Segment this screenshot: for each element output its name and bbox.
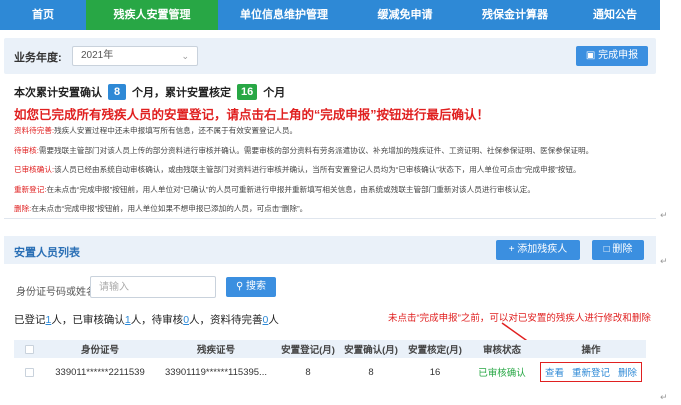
status-line: 重新登记:在未点击“完成申报”按钮前，用人单位对“已确认”的人员可重新进行申报并… <box>14 184 535 194</box>
row-checkbox[interactable] <box>24 367 34 377</box>
select-all-checkbox[interactable] <box>24 344 34 354</box>
col-header: 身份证号 <box>80 345 119 356</box>
confirmed-months-cell: 8 <box>368 366 374 378</box>
paragraph-mark-icon: ↵ <box>660 392 668 402</box>
verified-months-cell: 16 <box>429 366 441 378</box>
status-line: 已审核确认:该人员已经由系统自动审核确认，或由残联主管部门对资料进行审核并确认，… <box>14 165 581 174</box>
nav-reduction-apply[interactable]: 缓减免申请 <box>350 0 460 30</box>
year-value: 2021年 <box>81 50 114 61</box>
re-register-link[interactable]: 重新登记 <box>572 365 610 379</box>
confirm-count-badge: 8 <box>108 84 126 100</box>
list-title: 安置人员列表 <box>14 247 80 259</box>
verify-count-badge: 16 <box>237 84 258 100</box>
search-label: 身份证号码或姓名 <box>16 287 96 298</box>
delete-button[interactable]: □ 删除 <box>592 240 644 260</box>
registered-months-cell: 8 <box>305 366 311 378</box>
add-disabled-person-button[interactable]: + 添加残疾人 <box>496 240 580 260</box>
nav-home[interactable]: 首页 <box>0 0 86 30</box>
col-header: 审核状态 <box>482 345 521 356</box>
search-button[interactable]: ⚲ 搜索 <box>226 277 276 297</box>
document-icon: ▣ <box>585 50 596 61</box>
actions-highlight: 查看 重新登记 删除 <box>539 362 643 382</box>
nav-notices[interactable]: 通知公告 <box>570 0 660 30</box>
nav-disabled-placement[interactable]: 残疾人安置管理 <box>86 0 218 30</box>
col-header: 安置登记(月) <box>281 345 335 356</box>
table-header: 身份证号 残疾证号 安置登记(月) 安置确认(月) 安置核定(月) 审核状态 操… <box>14 340 646 358</box>
status-line: 待审核:需要残联主管部门对该人员上传的部分资料进行审核并确认。需要审核的部分资料… <box>14 145 594 155</box>
section-divider <box>4 218 656 219</box>
search-input[interactable] <box>90 276 216 298</box>
placement-table: 身份证号 残疾证号 安置登记(月) 安置确认(月) 安置核定(月) 审核状态 操… <box>14 340 646 386</box>
col-header: 残疾证号 <box>196 345 235 356</box>
year-panel: 业务年度: 2021年 ⌄ ▣ 完成申报 <box>4 38 656 74</box>
paragraph-mark-icon: ↵ <box>660 256 668 266</box>
nav-calculator[interactable]: 残保金计算器 <box>460 0 570 30</box>
annotation-note: 未点击“完成申报”之前，可以对已安置的残疾人进行修改和删除 <box>388 313 651 324</box>
search-icon: ⚲ <box>235 281 244 292</box>
registration-counts: 已登记1人，已审核确认1人，待审核0人，资料待完善0人 <box>14 314 279 326</box>
view-link[interactable]: 查看 <box>545 365 564 379</box>
list-header: 安置人员列表 + 添加残疾人 □ 删除 <box>4 236 656 264</box>
status-legend: 资料待完善:残疾人安置过程中还未申报填写所有信息，还不属于有效安置登记人员。 待… <box>14 124 654 222</box>
col-header: 安置核定(月) <box>408 345 462 356</box>
paragraph-mark-icon: ↵ <box>660 210 668 220</box>
year-label: 业务年度: <box>14 52 62 64</box>
placement-summary: 本次累计安置确认 8 个月，累计安置核定 16 个月 <box>14 84 286 100</box>
chevron-down-icon: ⌄ <box>181 51 189 61</box>
actions-cell: 查看 重新登记 删除 <box>536 358 646 386</box>
year-select[interactable]: 2021年 ⌄ <box>72 46 198 66</box>
col-header: 操作 <box>581 345 601 356</box>
status-line: 资料待完善:残疾人安置过程中还未申报填写所有信息，还不属于有效安置登记人员。 <box>14 126 298 135</box>
table-row: 339011******2211539 33901119******115395… <box>14 358 646 386</box>
id-card-cell: 339011******2211539 <box>55 366 145 378</box>
nav-unit-info[interactable]: 单位信息维护管理 <box>218 0 350 30</box>
delete-link[interactable]: 删除 <box>618 365 637 379</box>
completion-warning: 如您已完成所有残疾人员的安置登记，请点击右上角的“完成申报”按钮进行最后确认！ <box>14 108 490 122</box>
top-nav: 首页 残疾人安置管理 单位信息维护管理 缓减免申请 残保金计算器 通知公告 <box>0 0 660 30</box>
trash-icon: □ <box>603 244 610 255</box>
finish-declaration-button[interactable]: ▣ 完成申报 <box>576 46 648 66</box>
status-cell: 已审核确认 <box>478 368 526 379</box>
disability-card-cell: 33901119******115395... <box>165 366 267 378</box>
col-header: 安置确认(月) <box>344 345 398 356</box>
